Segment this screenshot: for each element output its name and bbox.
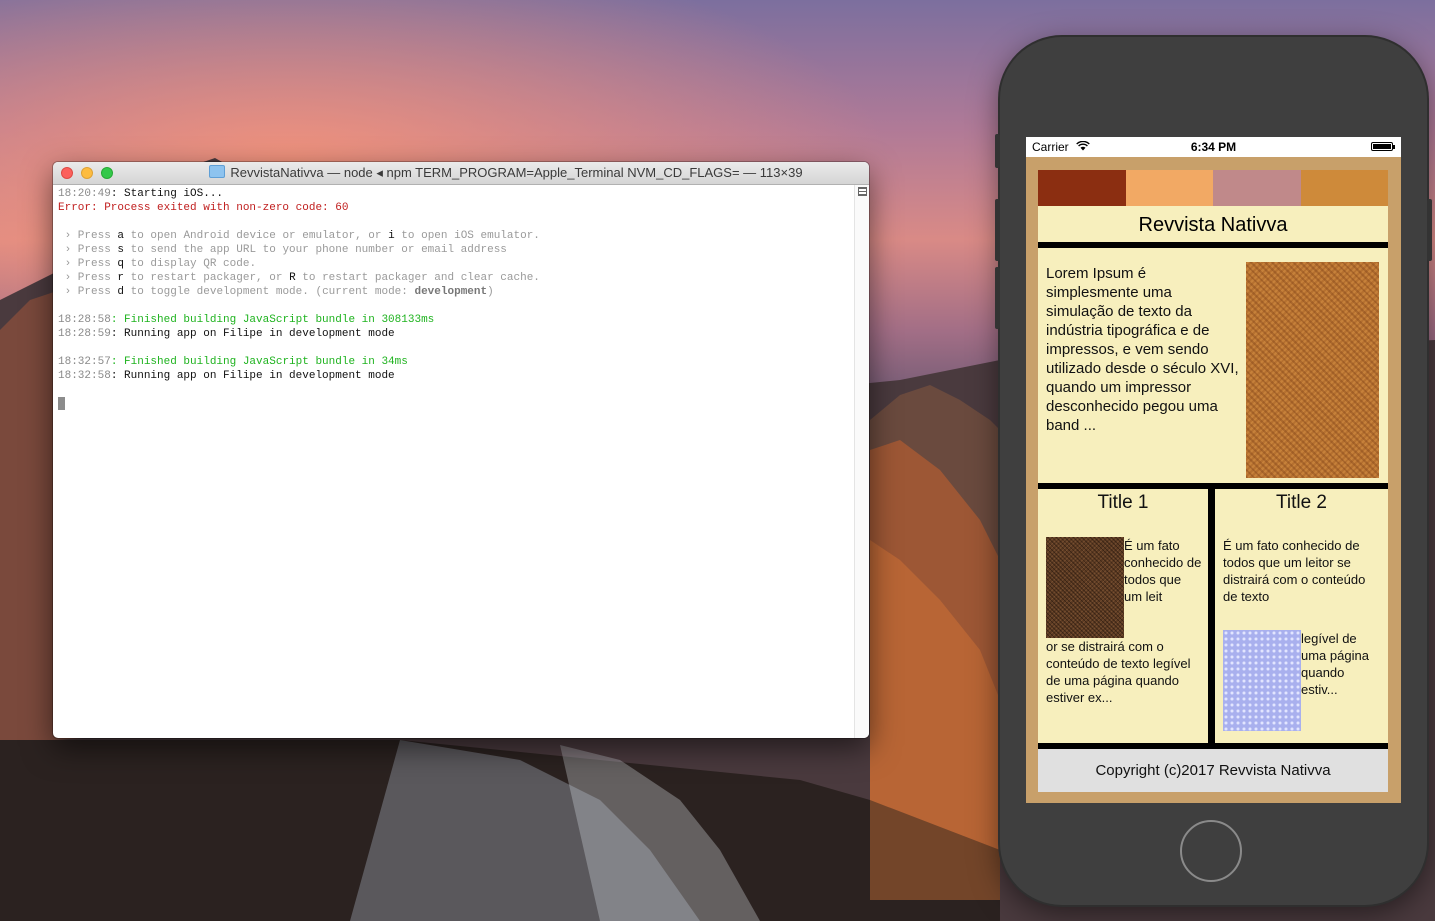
help-text: › Press [58,230,118,242]
help-text: to toggle development mode. (current mod… [124,286,415,298]
log-line: 18:32:57: Finished building JavaScript b… [58,355,869,369]
log-line: 18:20:49: Starting iOS... [58,187,869,201]
log-line: 18:28:58: Finished building JavaScript b… [58,313,869,327]
log-message: : Finished building JavaScript bundle in… [110,356,408,368]
color-swatch [1038,170,1126,206]
iphone-simulator: Carrier 6:34 PM Revvista Nativva Lorem I… [995,37,1432,905]
mute-switch[interactable] [995,134,1000,168]
volume-down-button[interactable] [995,267,1000,329]
log-message: : Running app on Filipe in development m… [110,328,395,340]
folder-icon [209,165,226,178]
log-timestamp: 18:32:57 [58,356,111,368]
prompt-line[interactable] [58,397,869,411]
log-message: : Running app on Filipe in development m… [110,370,395,382]
window-title-text: RevvistaNativva — node ◂ npm TERM_PROGRA… [230,165,803,180]
zoom-window-button[interactable] [101,167,113,179]
article-card-1[interactable]: Title 1 É um fato conhecido de todos que… [1038,489,1208,743]
help-text: › Press [58,258,118,270]
help-text: ) [487,286,494,298]
article-card-2[interactable]: Title 2 É um fato conhecido de todos que… [1215,489,1388,743]
phone-screen[interactable]: Carrier 6:34 PM Revvista Nativva Lorem I… [1026,137,1401,803]
terminal-window[interactable]: RevvistaNativva — node ◂ npm TERM_PROGRA… [53,162,869,738]
color-swatch [1213,170,1301,206]
article-title: Title 2 [1275,492,1328,513]
help-line-r: › Press r to restart packager, or R to r… [58,271,869,285]
current-mode: development [414,286,488,298]
terminal-output[interactable]: 18:20:49: Starting iOS... Error: Process… [53,185,869,738]
article-text-top: É um fato conhecido de todos que um leit… [1223,538,1366,604]
status-time: 6:34 PM [1190,140,1237,154]
battery-level [1373,144,1391,149]
scrollbar-grip-icon[interactable] [858,187,867,196]
color-swatch [1300,170,1388,206]
log-timestamp: 18:32:58 [58,370,111,382]
featured-text: Lorem Ipsum é simplesmente uma simulação… [1046,265,1239,434]
help-text: to display QR code. [124,258,257,270]
article-title: Title 1 [1097,492,1149,513]
log-message: : Starting iOS... [110,188,224,200]
help-text: › Press [58,244,118,256]
article-image [1046,537,1124,638]
home-button[interactable] [1180,820,1242,882]
app-content: Revvista Nativva Lorem Ipsum é simplesme… [1038,170,1388,792]
log-line: 18:28:59: Running app on Filipe in devel… [58,327,869,341]
status-bar: Carrier 6:34 PM [1026,137,1401,157]
close-window-button[interactable] [61,167,73,179]
minimize-window-button[interactable] [81,167,93,179]
help-line-s: › Press s to send the app URL to your ph… [58,243,869,257]
color-strip [1038,170,1388,206]
window-title: RevvistaNativva — node ◂ npm TERM_PROGRA… [163,165,849,181]
log-timestamp: 18:28:58 [58,314,111,326]
help-text: › Press [58,286,118,298]
volume-up-button[interactable] [995,199,1000,261]
log-timestamp: 18:28:59 [58,328,111,340]
log-message: : Finished building JavaScript bundle in… [110,314,435,326]
log-line: 18:32:58: Running app on Filipe in devel… [58,369,869,383]
help-line-q: › Press q to display QR code. [58,257,869,271]
help-line-a: › Press a to open Android device or emul… [58,229,869,243]
color-swatch [1125,170,1213,206]
battery-icon [1371,142,1395,151]
help-text: to open Android device or emulator, or [124,230,389,242]
help-text: to restart packager and clear cache. [295,272,540,284]
help-line-d: › Press d to toggle development mode. (c… [58,285,869,299]
article-image [1223,630,1301,731]
app-title: Revvista Nativva [1038,206,1388,242]
log-timestamp: 18:20:49 [58,188,111,200]
help-text: to send the app URL to your phone number… [124,244,507,256]
error-line: Error: Process exited with non-zero code… [58,202,349,214]
article-text-side: legível de uma página quando estiv... [1301,631,1369,697]
article-columns: Title 1 É um fato conhecido de todos que… [1038,489,1388,743]
article-body: É um fato conhecido de todos que um leit… [1223,537,1382,731]
article-text-side: É um fato conhecido de todos que um leit [1124,538,1202,604]
help-text: to restart packager, or [124,272,290,284]
help-key: R [289,272,296,284]
featured-article[interactable]: Lorem Ipsum é simplesmente uma simulação… [1038,248,1388,483]
power-button[interactable] [1427,199,1432,261]
article-text-below: or se distrairá com o conteúdo de texto … [1046,639,1191,705]
text-cursor [58,397,65,410]
article-body: É um fato conhecido de todos que um leit… [1046,537,1202,706]
help-text: to open iOS emulator. [394,230,540,242]
help-key: i [388,230,395,242]
terminal-titlebar[interactable]: RevvistaNativva — node ◂ npm TERM_PROGRA… [53,162,869,185]
help-text: › Press [58,272,118,284]
terminal-scrollbar[interactable] [854,185,869,738]
featured-image [1246,262,1379,478]
app-footer: Copyright (c)2017 Revvista Nativva [1038,749,1388,792]
